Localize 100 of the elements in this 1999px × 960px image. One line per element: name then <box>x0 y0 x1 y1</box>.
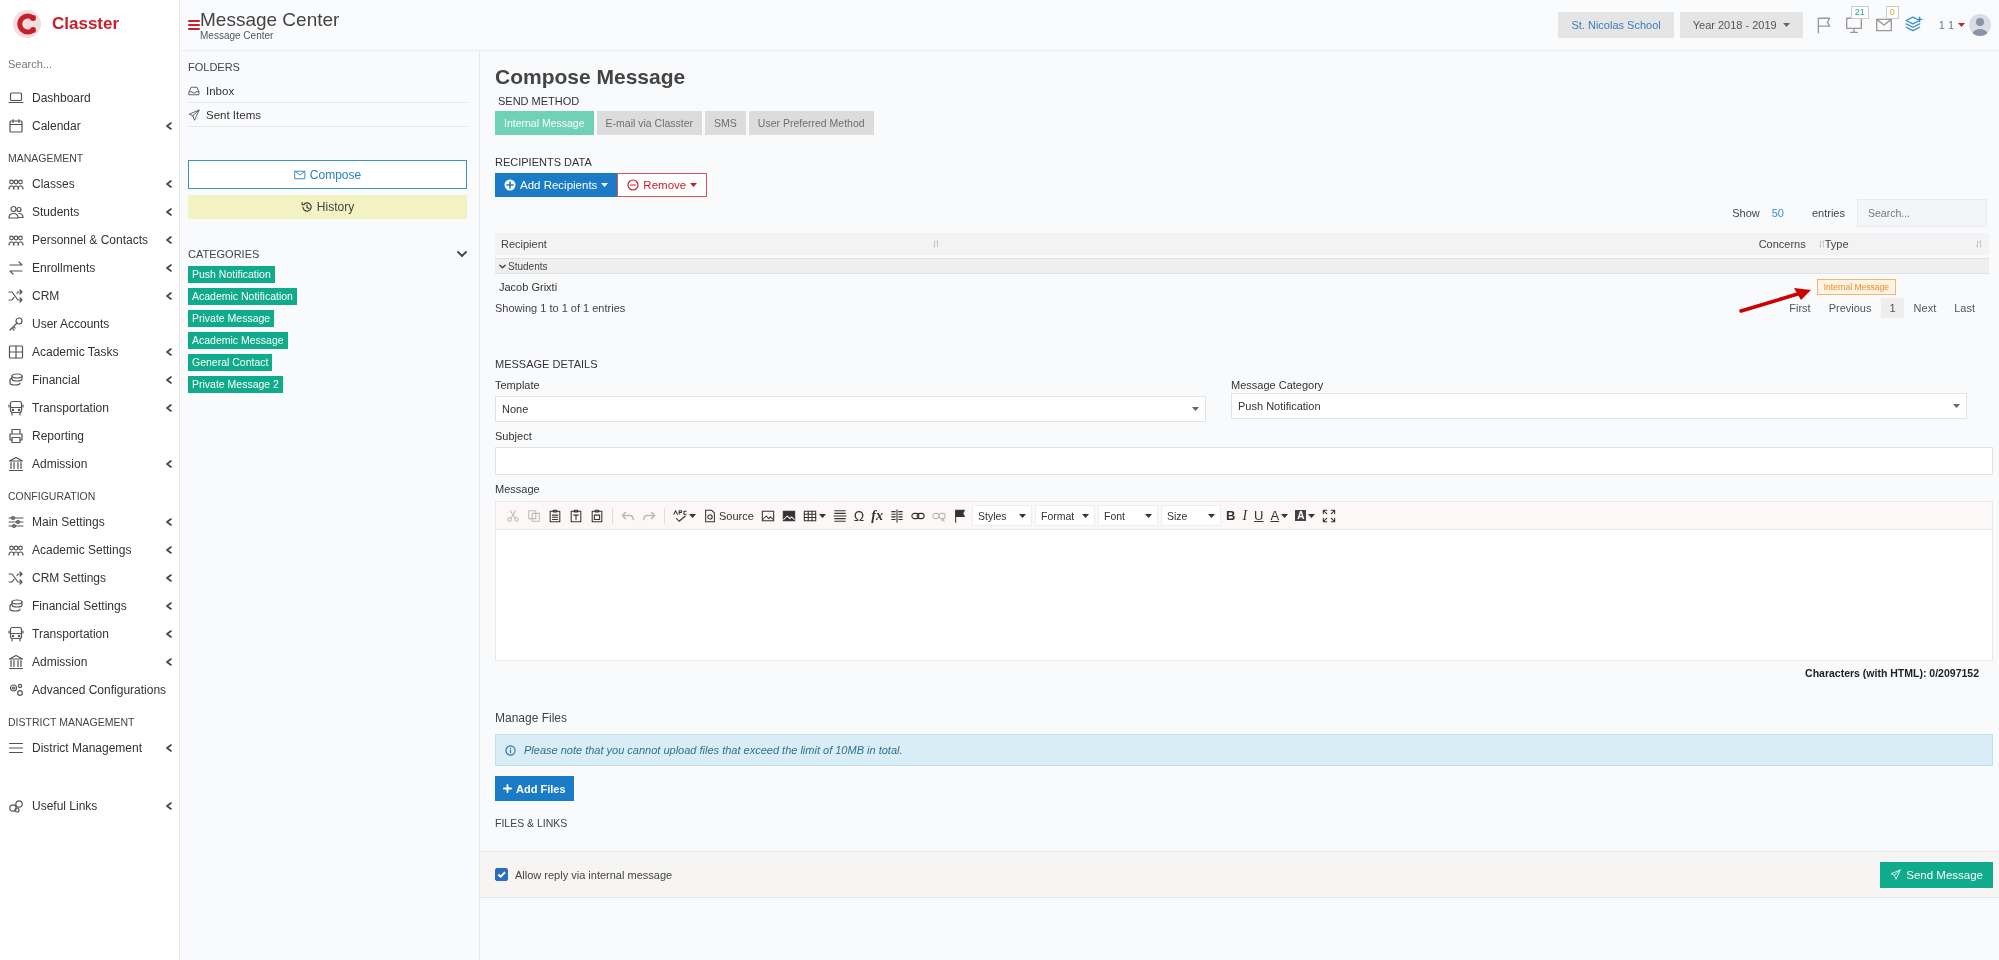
menu-icon[interactable] <box>188 19 200 31</box>
chevron-icon <box>499 262 506 270</box>
envelope-icon[interactable] <box>1874 16 1893 34</box>
sidebar-item[interactable]: Admission <box>8 648 179 676</box>
sidebar-item[interactable]: Admission <box>8 450 179 478</box>
clipboard-icon <box>548 508 562 523</box>
pagination-button[interactable]: First <box>1781 298 1819 318</box>
add-files-button[interactable]: Add Files <box>495 776 574 801</box>
section-heading: MESSAGE DETAILS <box>495 358 599 370</box>
sidebar-item[interactable]: Students <box>8 198 179 226</box>
grid-icon <box>8 344 24 360</box>
copy-icon <box>527 508 541 523</box>
select-field[interactable]: Push Notification <box>1231 393 1967 419</box>
format-button[interactable]: A <box>1293 504 1318 527</box>
bank-icon <box>8 654 24 670</box>
info-icon <box>505 744 516 756</box>
send-method-tab[interactable]: SMS <box>705 111 746 135</box>
format-button[interactable]: I <box>1240 504 1250 527</box>
printer-icon <box>8 428 24 444</box>
pagination-button[interactable]: 1 <box>1881 298 1904 318</box>
sidebar-item[interactable]: User Accounts <box>8 310 179 338</box>
folder-item[interactable]: Sent Items <box>188 103 467 127</box>
sidebar-item[interactable]: Enrollments <box>8 254 179 282</box>
sidebar-item[interactable]: Main Settings <box>8 508 179 536</box>
table-search-field[interactable]: Search... <box>1857 199 1987 227</box>
field-label: Message Category <box>1231 379 1325 391</box>
sidebar-item[interactable]: Classes <box>8 170 179 198</box>
school-button[interactable]: St. Nicolas School <box>1558 12 1674 38</box>
sidebar-item[interactable]: Financial Settings <box>8 592 179 620</box>
toolbar-dropdown[interactable]: Font <box>1098 505 1158 526</box>
select-field[interactable]: None <box>495 396 1206 422</box>
format-button[interactable]: U <box>1252 504 1266 527</box>
remove-button[interactable]: Remove <box>617 173 708 197</box>
send-method-tab[interactable]: E-mail via Classter <box>596 111 703 135</box>
format-button[interactable]: A <box>1268 504 1291 527</box>
checkbox[interactable] <box>495 868 508 881</box>
sidebar-item[interactable]: CRM Settings <box>8 564 179 592</box>
add-recipients-button[interactable]: Add Recipients <box>495 173 618 197</box>
checkbox-label: Allow reply via internal message <box>515 868 673 881</box>
history-icon <box>300 201 313 213</box>
sidebar-item[interactable]: Dashboard <box>8 84 179 112</box>
folder-item[interactable]: Inbox <box>188 79 467 103</box>
chevron-icon <box>165 546 173 554</box>
users-icon <box>8 204 24 220</box>
chevron-icon <box>165 264 173 272</box>
sidebar-item[interactable]: Academic Settings <box>8 536 179 564</box>
toolbar-dropdown[interactable]: Styles <box>972 505 1032 526</box>
sidebar-item[interactable]: Useful Links <box>8 792 179 820</box>
sidebar-item[interactable]: Transportation <box>8 394 179 422</box>
sidebar-item[interactable]: Calendar <box>8 112 179 140</box>
caret-icon <box>1958 23 1965 27</box>
sort-icon <box>932 240 939 248</box>
year-dropdown[interactable]: Year 2018 - 2019 <box>1679 12 1803 38</box>
source-button[interactable]: Source <box>701 504 756 527</box>
avatar[interactable] <box>1969 14 1991 36</box>
entries-label: entries <box>1811 207 1845 219</box>
toolbar-dropdown[interactable]: Format <box>1035 505 1095 526</box>
show-label: Show <box>1732 207 1760 219</box>
send-method-tab[interactable]: User Preferred Method <box>748 111 874 135</box>
caret-icon <box>601 183 609 187</box>
section-heading: Manage Files <box>495 711 569 725</box>
sidebar-item[interactable]: Advanced Configurations <box>8 676 179 704</box>
sidebar-item[interactable]: Financial <box>8 366 179 394</box>
format-button[interactable]: Ω <box>851 504 867 527</box>
sidebar-item[interactable]: Transportation <box>8 620 179 648</box>
caret-icon <box>818 513 826 518</box>
user-name[interactable]: 1 1 <box>1938 19 1954 31</box>
sidebar-item[interactable]: CRM <box>8 282 179 310</box>
section-heading: CONFIGURATION <box>8 489 97 504</box>
monitor-icon[interactable] <box>1844 16 1863 34</box>
info-note: Please note that you cannot upload files that exceed the limit of 10MB in total. <box>524 744 903 756</box>
sidebar-item[interactable]: Personnel & Contacts <box>8 226 179 254</box>
sidebar-item[interactable]: Academic Tasks <box>8 338 179 366</box>
pagination-button[interactable]: Next <box>1905 298 1945 318</box>
table-cell-text: Jacob Grixti <box>498 281 559 293</box>
shuffle-icon <box>8 570 24 586</box>
toolbar-dropdown[interactable]: Size <box>1161 505 1221 526</box>
sidebar-item[interactable]: District Management <box>8 734 179 762</box>
group-row[interactable]: Students <box>495 258 1989 274</box>
column-header[interactable]: Concerns <box>1758 238 1806 250</box>
compose-button[interactable]: Compose <box>188 160 467 189</box>
compose-title: Compose Message <box>495 65 687 89</box>
sidebar-item[interactable]: Reporting <box>8 422 179 450</box>
field-label: Template <box>495 379 541 391</box>
pagination-button[interactable]: Last <box>1946 298 1983 318</box>
collapse-toggle[interactable] <box>457 250 467 258</box>
search-field[interactable]: Search... <box>8 52 168 76</box>
subject-field[interactable] <box>495 447 1993 475</box>
clipboard-icon <box>590 508 604 523</box>
pagination-button[interactable]: Previous <box>1820 298 1880 318</box>
section-heading: FOLDERS <box>188 61 241 73</box>
column-header[interactable]: Recipient <box>501 238 547 250</box>
format-button[interactable]: fx <box>869 504 885 527</box>
column-header[interactable]: Type <box>1824 238 1849 250</box>
history-button[interactable]: History <box>188 195 467 219</box>
chevron-icon <box>165 518 173 526</box>
format-button[interactable]: B <box>1224 504 1238 527</box>
layers-icon[interactable] <box>1904 16 1923 34</box>
page-size-select[interactable]: 50 <box>1771 207 1784 219</box>
field-label: Subject <box>495 430 533 442</box>
